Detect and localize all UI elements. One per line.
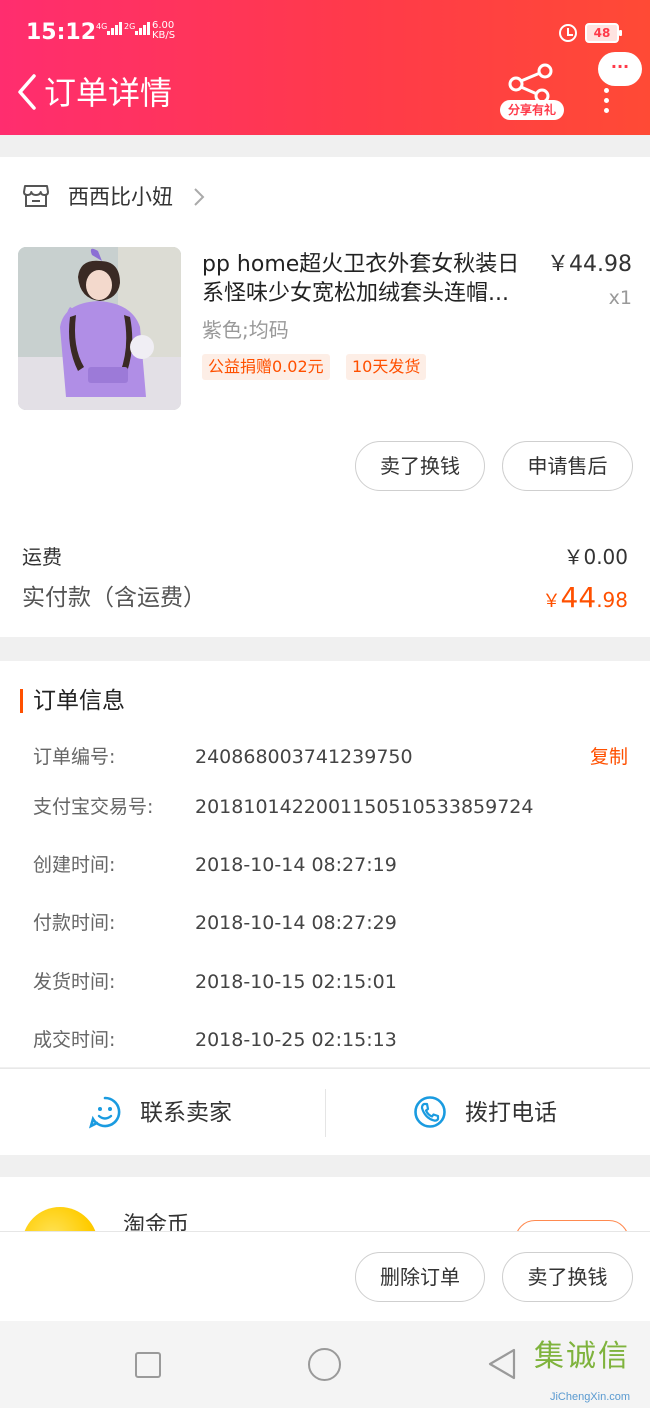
back-icon[interactable] — [12, 72, 42, 112]
total-paid-label: 实付款（含运费） — [22, 585, 206, 611]
net-speed-unit: KB/S — [152, 30, 176, 41]
info-key: 发货时间: — [33, 971, 116, 993]
info-key: 创建时间: — [33, 854, 116, 876]
order-info-card: 订单信息 订单编号: 240868003741239750 复制 支付宝交易号:… — [0, 661, 650, 1067]
phone-icon — [414, 1096, 446, 1128]
shop-icon — [23, 185, 49, 207]
product-sku: 紫色;均码 — [202, 318, 289, 342]
section-accent-bar — [20, 689, 23, 713]
contact-seller-label: 联系卖家 — [140, 1100, 232, 1126]
shipping-fee-value: ￥0.00 — [563, 545, 628, 569]
signal-4g-icon: 4G — [96, 22, 123, 35]
copy-button[interactable]: 复制 — [572, 742, 628, 772]
contact-seller-button[interactable]: 联系卖家 — [0, 1069, 325, 1156]
home-icon[interactable] — [308, 1348, 341, 1381]
product-photo-icon — [18, 247, 181, 410]
share-label: 分享有礼 — [500, 100, 564, 120]
watermark-url: JiChengXin.com — [549, 1391, 631, 1403]
more-bubble[interactable]: ··· — [598, 52, 642, 86]
donation-tag: 公益捐赠0.02元 — [202, 354, 330, 380]
product-quantity: x1 — [608, 287, 632, 309]
info-row-completed-time: 成交时间: 2018-10-25 02:15:13 — [0, 1025, 650, 1055]
sell-for-cash-bottom-button[interactable]: 卖了换钱 — [502, 1252, 633, 1302]
created-time-value: 2018-10-14 08:27:19 — [195, 854, 397, 876]
info-row-created-time: 创建时间: 2018-10-14 08:27:19 — [0, 850, 650, 880]
alarm-icon — [559, 24, 577, 42]
shop-row[interactable]: 西西比小妞 — [0, 157, 650, 237]
info-key: 付款时间: — [33, 912, 116, 934]
signal-2g-icon: 2G — [124, 22, 151, 35]
recents-icon[interactable] — [135, 1352, 161, 1378]
info-key: 成交时间: — [33, 1029, 116, 1051]
net-speed: 6.00 KB/S — [152, 21, 175, 41]
header: 15:12 4G 2G 6.00 KB/S 48 订单详情 分享有礼 ··· — [0, 0, 650, 135]
chevron-right-icon — [194, 188, 205, 206]
call-phone-button[interactable]: 拨打电话 — [325, 1069, 650, 1156]
total-paid-value: ￥44.98 — [480, 581, 628, 619]
order-card: 西西比小妞 pp home超火卫衣外套女秋装日系怪味少女宽松加绒套头连帽... … — [0, 157, 650, 637]
more-menu-icon[interactable] — [603, 88, 611, 113]
watermark-text: 集诚信 — [534, 1339, 630, 1374]
status-bar: 15:12 4G 2G 6.00 KB/S 48 — [0, 0, 650, 64]
net-4g-label: 4G — [96, 22, 108, 31]
request-after-sale-button[interactable]: 申请售后 — [502, 441, 633, 491]
back-triangle-icon[interactable] — [486, 1347, 518, 1381]
total-currency: ￥ — [542, 591, 561, 612]
completed-time-value: 2018-10-25 02:15:13 — [195, 1029, 397, 1051]
info-row-alipay-number: 支付宝交易号: 2018101422001150510533859724 — [0, 792, 650, 822]
system-nav-bar: 集诚信 JiChengXin.com — [0, 1321, 650, 1408]
product-title[interactable]: pp home超火卫衣外套女秋装日系怪味少女宽松加绒套头连帽... — [202, 250, 527, 308]
info-row-paid-time: 付款时间: 2018-10-14 08:27:29 — [0, 908, 650, 938]
call-phone-label: 拨打电话 — [465, 1100, 557, 1126]
info-row-shipped-time: 发货时间: 2018-10-15 02:15:01 — [0, 967, 650, 997]
total-decimal: .98 — [596, 588, 628, 612]
info-key: 支付宝交易号: — [33, 796, 154, 818]
shipped-time-value: 2018-10-15 02:15:01 — [195, 971, 397, 993]
total-integer: 44 — [560, 581, 597, 614]
sell-for-cash-button[interactable]: 卖了换钱 — [355, 441, 485, 491]
gold-coin-icon — [22, 1207, 98, 1233]
battery-icon: 48 — [585, 23, 622, 43]
watermark-logo: 集诚信 JiChengXin.com — [530, 1321, 650, 1408]
shipping-fee-label: 运费 — [22, 545, 62, 569]
order-detail-page: 15:12 4G 2G 6.00 KB/S 48 订单详情 分享有礼 ··· 西… — [0, 0, 650, 1408]
product-price: ￥44.98 — [547, 252, 632, 277]
product-image[interactable] — [18, 247, 181, 410]
info-row-order-number: 订单编号: 240868003741239750 复制 — [0, 742, 650, 772]
bottom-action-bar: 删除订单 卖了换钱 — [0, 1231, 650, 1321]
delete-order-button[interactable]: 删除订单 — [355, 1252, 485, 1302]
shipping-time-tag: 10天发货 — [346, 354, 427, 380]
net-2g-label: 2G — [124, 22, 136, 31]
page-title: 订单详情 — [44, 74, 173, 112]
order-info-title: 订单信息 — [33, 688, 125, 714]
taojinbi-title: 淘金币 — [123, 1213, 190, 1233]
share-icon — [508, 63, 553, 104]
status-time: 15:12 — [26, 20, 97, 45]
alipay-trade-number-value: 2018101422001150510533859724 — [195, 796, 534, 818]
share-button[interactable]: 分享有礼 — [500, 62, 566, 124]
chat-face-icon — [88, 1096, 121, 1129]
contact-card: 联系卖家 拨打电话 — [0, 1068, 650, 1155]
shop-name: 西西比小妞 — [68, 185, 173, 209]
taojinbi-card: 淘金币 — [0, 1177, 650, 1233]
paid-time-value: 2018-10-14 08:27:29 — [195, 912, 397, 934]
order-number-value: 240868003741239750 — [195, 746, 413, 768]
info-key: 订单编号: — [33, 746, 116, 768]
